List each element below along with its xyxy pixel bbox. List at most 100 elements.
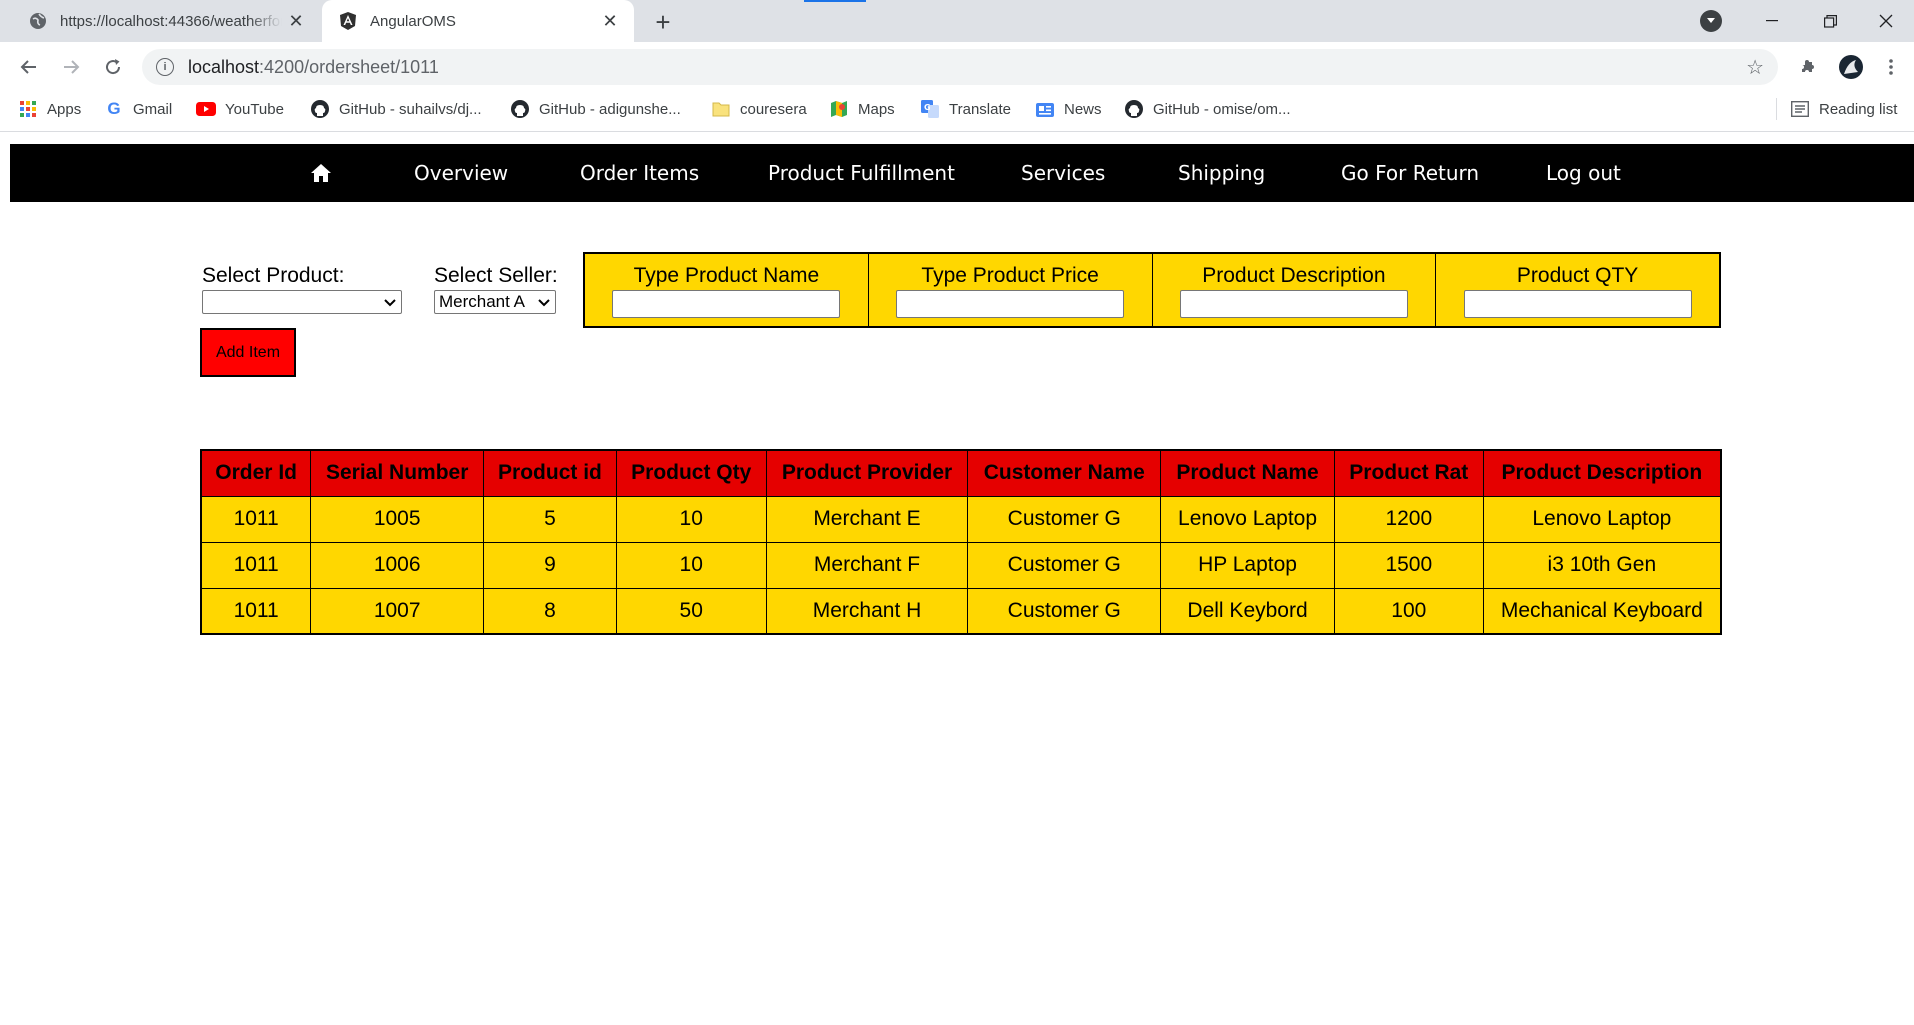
- bookmark-github-adigunshe[interactable]: GitHub - adigunshe...: [510, 92, 681, 126]
- bookmark-github-omise[interactable]: GitHub - omise/om...: [1124, 92, 1291, 126]
- bookmark-translate[interactable]: G Translate: [920, 92, 1011, 126]
- select-product-dropdown[interactable]: [202, 290, 402, 314]
- product-price-label: Type Product Price: [921, 264, 1099, 287]
- bookmark-label: GitHub - omise/om...: [1153, 100, 1291, 118]
- product-description-input[interactable]: [1179, 290, 1408, 318]
- extensions-icon[interactable]: [1796, 54, 1822, 80]
- back-icon[interactable]: [14, 52, 44, 82]
- reading-list-label: Reading list: [1819, 100, 1898, 118]
- product-qty-cell: Product QTY: [1436, 254, 1719, 326]
- nav-shipping[interactable]: Shipping: [1178, 144, 1265, 202]
- bookmark-couresera[interactable]: couresera: [711, 92, 807, 126]
- reload-icon[interactable]: [98, 52, 128, 82]
- tab-weatherforecast[interactable]: https://localhost:44366/weatherforecast …: [12, 0, 320, 42]
- table-header-row: Order Id Serial Number Product id Produc…: [200, 449, 1722, 497]
- maps-icon: [829, 99, 849, 119]
- bookmark-news[interactable]: News: [1035, 92, 1102, 126]
- table-cell: 10: [615, 495, 767, 543]
- google-icon: G: [107, 99, 121, 118]
- product-name-label: Type Product Name: [633, 264, 820, 287]
- nav-overview[interactable]: Overview: [414, 144, 508, 202]
- nav-go-for-return[interactable]: Go For Return: [1341, 144, 1479, 202]
- site-info-icon[interactable]: i: [156, 58, 174, 76]
- select-seller-dropdown[interactable]: Merchant A: [434, 290, 556, 314]
- close-window-button[interactable]: [1858, 0, 1914, 42]
- browser-toolbar: i localhost:4200/ordersheet/1011 ☆: [0, 42, 1914, 92]
- url-text: localhost:4200/ordersheet/1011: [188, 56, 439, 77]
- product-qty-input[interactable]: [1463, 290, 1692, 318]
- bookmark-label: Gmail: [133, 100, 173, 118]
- tab-title: https://localhost:44366/weatherforecast: [60, 12, 282, 30]
- chevron-down-icon: [538, 294, 550, 310]
- bookmark-label: Maps: [858, 100, 895, 118]
- home-icon[interactable]: [310, 144, 332, 202]
- bookmark-gmail[interactable]: G Gmail: [104, 92, 172, 126]
- column-header: Product Qty: [615, 449, 767, 497]
- table-row: 1011 1007 8 50 Merchant H Customer G Del…: [200, 587, 1722, 635]
- github-icon: [510, 99, 530, 119]
- table-cell: i3 10th Gen: [1482, 541, 1722, 589]
- nav-product-fulfillment[interactable]: Product Fulfillment: [768, 144, 955, 202]
- product-price-cell: Type Product Price: [869, 254, 1153, 326]
- table-cell: Merchant E: [765, 495, 969, 543]
- table-cell: Customer G: [967, 541, 1162, 589]
- product-name-input[interactable]: [612, 290, 841, 318]
- table-row: 1011 1006 9 10 Merchant F Customer G HP …: [200, 541, 1722, 589]
- column-header: Product id: [483, 449, 617, 497]
- close-icon[interactable]: ✕: [282, 7, 310, 35]
- table-cell: Customer G: [967, 587, 1162, 635]
- column-header: Customer Name: [967, 449, 1162, 497]
- svg-text:G: G: [924, 103, 931, 112]
- bookmark-maps[interactable]: Maps: [829, 92, 895, 126]
- bookmark-apps[interactable]: Apps: [18, 92, 81, 126]
- close-icon[interactable]: ✕: [596, 7, 624, 35]
- new-tab-button[interactable]: +: [648, 7, 678, 37]
- bookmark-github-suhailvs[interactable]: GitHub - suhailvs/dj...: [310, 92, 482, 126]
- bookmark-label: GitHub - suhailvs/dj...: [339, 100, 482, 118]
- product-price-input[interactable]: [896, 290, 1125, 318]
- nav-services[interactable]: Services: [1021, 144, 1105, 202]
- select-seller-value: Merchant A: [439, 292, 525, 311]
- tab-strip: https://localhost:44366/weatherforecast …: [0, 0, 1914, 42]
- table-cell: 9: [483, 541, 617, 589]
- add-item-button[interactable]: Add Item: [200, 328, 296, 377]
- table-cell: Merchant F: [765, 541, 969, 589]
- youtube-icon: [196, 99, 216, 119]
- address-bar[interactable]: i localhost:4200/ordersheet/1011 ☆: [142, 49, 1778, 85]
- table-cell: Lenovo Laptop: [1482, 495, 1722, 543]
- forward-icon[interactable]: [56, 52, 86, 82]
- bookmark-youtube[interactable]: YouTube: [196, 92, 284, 126]
- bookmark-label: YouTube: [225, 100, 284, 118]
- column-header: Product Name: [1160, 449, 1335, 497]
- nav-order-items[interactable]: Order Items: [580, 144, 699, 202]
- reading-list[interactable]: Reading list: [1790, 92, 1897, 126]
- news-icon: [1035, 99, 1055, 119]
- github-icon: [310, 99, 330, 119]
- column-header: Order Id: [200, 449, 312, 497]
- main-navbar: Overview Order Items Product Fulfillment…: [10, 144, 1914, 202]
- table-cell: HP Laptop: [1160, 541, 1335, 589]
- table-row: 1011 1005 5 10 Merchant E Customer G Len…: [200, 495, 1722, 543]
- more-menu-icon[interactable]: [1878, 54, 1904, 80]
- loading-indicator: [804, 0, 866, 2]
- table-cell: 1200: [1333, 495, 1484, 543]
- chevron-down-icon: [384, 294, 396, 310]
- bookmark-label: couresera: [740, 100, 807, 118]
- profile-avatar-icon[interactable]: [1838, 54, 1864, 80]
- github-icon: [1124, 99, 1144, 119]
- select-product-label: Select Product:: [202, 264, 345, 287]
- restore-button[interactable]: [1802, 0, 1858, 42]
- bookmark-star-icon[interactable]: ☆: [1746, 55, 1764, 80]
- tab-angularoms[interactable]: AngularOMS ✕: [322, 0, 634, 42]
- globe-icon: [28, 11, 48, 31]
- reading-list-icon: [1790, 99, 1810, 119]
- bookmark-separator: [1776, 98, 1777, 120]
- bookmark-label: GitHub - adigunshe...: [539, 100, 681, 118]
- tab-search-icon[interactable]: [1700, 10, 1722, 32]
- minimize-button[interactable]: [1744, 0, 1800, 42]
- table-cell: 8: [483, 587, 617, 635]
- nav-log-out[interactable]: Log out: [1546, 144, 1621, 202]
- translate-icon: G: [920, 99, 940, 119]
- angular-icon: [338, 11, 358, 31]
- table-cell: 1007: [310, 587, 485, 635]
